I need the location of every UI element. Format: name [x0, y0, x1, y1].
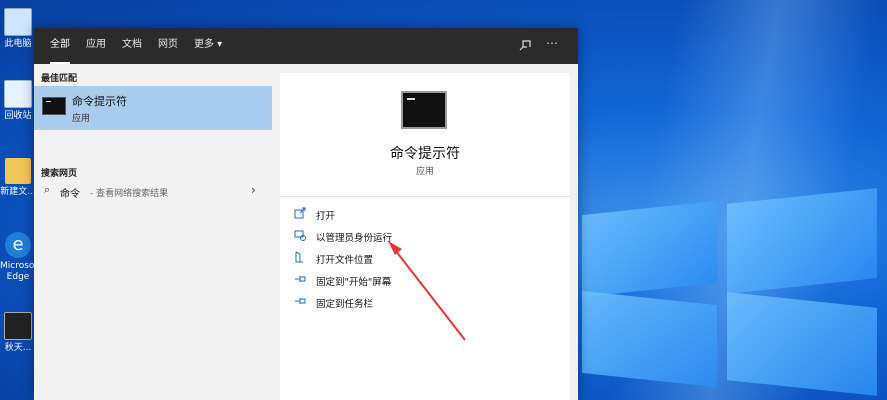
- annotation-arrow: [388, 241, 466, 341]
